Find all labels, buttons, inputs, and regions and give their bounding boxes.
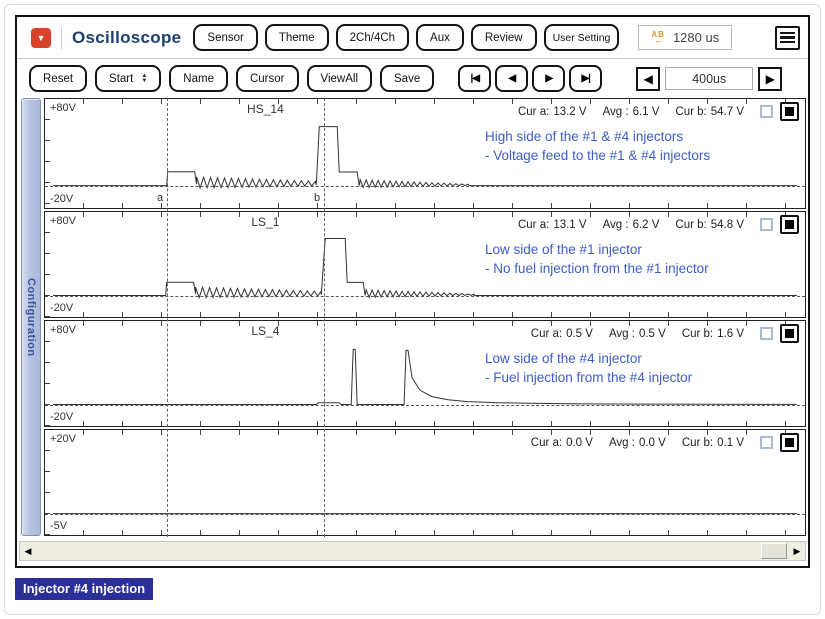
cursor-a-line[interactable] <box>167 98 168 537</box>
app-dropdown-button[interactable]: ▼ <box>31 28 51 48</box>
vmin-label: -20V <box>50 193 73 205</box>
step-back-icon: ◀ <box>508 73 515 84</box>
skip-start-button[interactable]: |◀ <box>458 65 491 92</box>
channel-checkbox[interactable] <box>760 436 773 449</box>
start-button[interactable]: Start ▲ ▼ <box>95 65 161 92</box>
theme-button[interactable]: Theme <box>265 24 329 51</box>
vmin-label: -20V <box>50 411 73 423</box>
bottom-ticks <box>45 530 805 535</box>
oscilloscope-window: ▼ Oscilloscope Sensor Theme 2Ch/4Ch Aux … <box>15 15 810 568</box>
sensor-button[interactable]: Sensor <box>193 24 257 51</box>
cursor-a-label: a <box>157 192 163 204</box>
measurements: Cur a:0.5 V Avg :0.5 V Cur b:1.6 V <box>531 324 799 343</box>
channel-square-button[interactable] <box>780 324 799 343</box>
channel-name: LS_1 <box>45 215 486 229</box>
timebase-value: 400us <box>665 67 753 90</box>
skip-start-icon: |◀ <box>470 73 479 84</box>
square-icon <box>785 107 794 116</box>
cursor-b-line[interactable] <box>324 98 325 537</box>
scrollbar-thumb[interactable] <box>761 543 787 559</box>
vmax-label: +20V <box>50 433 76 445</box>
right-triangle-icon: ▶ <box>766 72 775 86</box>
square-icon <box>785 329 794 338</box>
configuration-tab[interactable]: Configuration <box>21 98 41 536</box>
channel-panels: +80V -20V HS_14 Cur a:13.2 V Avg :6.1 V … <box>44 98 806 537</box>
channel-panel-3: +80V -20V LS_4 Cur a:0.5 V Avg :0.5 V Cu… <box>44 320 806 427</box>
vmin-label: -5V <box>50 520 67 532</box>
channel-square-button[interactable] <box>780 215 799 234</box>
scrollbar-track[interactable] <box>36 542 789 560</box>
channel-square-button[interactable] <box>780 433 799 452</box>
left-triangle-icon: ◀ <box>644 72 653 86</box>
timebase-increase-button[interactable]: ▶ <box>758 67 782 91</box>
channel-name: LS_4 <box>45 324 486 338</box>
toolbar-separator <box>61 27 62 49</box>
cursor-button[interactable]: Cursor <box>236 65 299 92</box>
step-forward-icon: ▶ <box>545 73 552 84</box>
bottom-ticks <box>45 312 805 317</box>
user-setting-button[interactable]: User Setting <box>544 24 620 51</box>
vmin-label: -20V <box>50 302 73 314</box>
cursor-b-label: b <box>314 192 320 204</box>
annotation: Low side of the #4 injector - Fuel injec… <box>485 349 692 387</box>
save-button[interactable]: Save <box>380 65 434 92</box>
capture-title-badge: Injector #4 injection <box>15 578 153 600</box>
scroll-left-icon: ◀ <box>25 546 32 557</box>
review-button[interactable]: Review <box>471 24 537 51</box>
horizontal-scrollbar[interactable]: ◀ ▶ <box>19 541 806 561</box>
aux-button[interactable]: Aux <box>416 24 464 51</box>
zero-line <box>45 296 805 297</box>
zero-line <box>45 186 805 187</box>
skip-end-button[interactable]: ▶| <box>569 65 602 92</box>
ab-time-display: AB ↔ 1280 us <box>638 25 732 50</box>
square-icon <box>785 220 794 229</box>
reset-button[interactable]: Reset <box>29 65 87 92</box>
step-forward-button[interactable]: ▶ <box>532 65 565 92</box>
channel-checkbox[interactable] <box>760 218 773 231</box>
channel-square-button[interactable] <box>780 102 799 121</box>
zero-line <box>45 405 805 406</box>
content-area: Configuration +80V -20V HS_14 Cur a:13.2… <box>17 98 808 537</box>
channel-mode-button[interactable]: 2Ch/4Ch <box>336 24 409 51</box>
page-title: Oscilloscope <box>72 28 181 48</box>
scroll-right-button[interactable]: ▶ <box>789 542 805 560</box>
viewall-button[interactable]: ViewAll <box>307 65 373 92</box>
bottom-ticks <box>45 421 805 426</box>
scroll-left-button[interactable]: ◀ <box>20 542 36 560</box>
toolbar-second: Reset Start ▲ ▼ Name Cursor ViewAll Save… <box>17 59 808 98</box>
playback-controls: |◀ ◀ ▶ ▶| <box>458 65 602 92</box>
scroll-right-icon: ▶ <box>794 546 801 557</box>
channel-panel-2: +80V -20V LS_1 Cur a:13.1 V Avg :6.2 V C… <box>44 211 806 318</box>
measurements: Cur a:0.0 V Avg :0.0 V Cur b:0.1 V <box>531 433 799 452</box>
annotation: High side of the #1 & #4 injectors - Vol… <box>485 127 710 165</box>
channel-checkbox[interactable] <box>760 105 773 118</box>
dropdown-icon: ▼ <box>37 33 46 43</box>
ab-cursor-icon: AB ↔ <box>651 32 665 44</box>
menu-icon[interactable] <box>775 26 800 50</box>
channel-name: HS_14 <box>45 102 486 116</box>
name-button[interactable]: Name <box>169 65 228 92</box>
channel-panel-4: +20V -5V Cur a:0.0 V Avg :0.0 V Cur b:0.… <box>44 429 806 536</box>
channel-checkbox[interactable] <box>760 327 773 340</box>
start-spinner-icon: ▲ ▼ <box>141 74 147 84</box>
measurements: Cur a:13.2 V Avg :6.1 V Cur b:54.7 V <box>518 102 799 121</box>
ab-time-value: 1280 us <box>673 30 719 45</box>
square-icon <box>785 438 794 447</box>
timebase-control: ◀ 400us ▶ <box>636 67 782 91</box>
timebase-decrease-button[interactable]: ◀ <box>636 67 660 91</box>
annotation: Low side of the #1 injector - No fuel in… <box>485 240 709 278</box>
skip-end-icon: ▶| <box>581 73 590 84</box>
measurements: Cur a:13.1 V Avg :6.2 V Cur b:54.8 V <box>518 215 799 234</box>
toolbar-top: ▼ Oscilloscope Sensor Theme 2Ch/4Ch Aux … <box>17 17 808 59</box>
zero-line <box>45 514 805 515</box>
step-back-button[interactable]: ◀ <box>495 65 528 92</box>
